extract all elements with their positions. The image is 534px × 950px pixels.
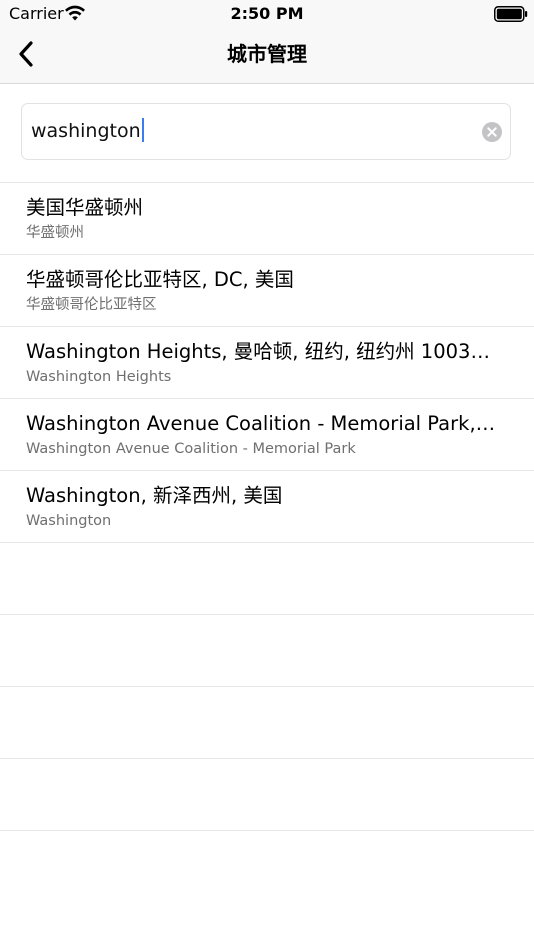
result-subtitle: Washington Heights — [26, 369, 172, 385]
empty-row — [0, 758, 534, 830]
battery-icon — [494, 6, 528, 22]
page-title: 城市管理 — [227, 42, 307, 66]
result-subtitle: 华盛顿哥伦比亚特区 — [26, 297, 157, 313]
result-subtitle: Washington — [26, 513, 112, 529]
result-title: 美国华盛顿州 — [26, 196, 144, 219]
search-area: washington — [0, 84, 534, 182]
result-row-2[interactable]: 华盛顿哥伦比亚特区, DC, 美国 华盛顿哥伦比亚特区 — [0, 254, 534, 326]
empty-row — [0, 542, 534, 614]
empty-row — [0, 686, 534, 758]
status-bar: Carrier 2:50 PM — [0, 0, 534, 28]
result-subtitle: 华盛顿州 — [26, 225, 84, 241]
search-results-list: 美国华盛顿州 华盛顿州 华盛顿哥伦比亚特区, DC, 美国 华盛顿哥伦比亚特区 … — [0, 182, 534, 902]
status-time: 2:50 PM — [230, 4, 304, 23]
clear-circle-icon[interactable] — [482, 122, 502, 142]
city-management-screen: Carrier 2:50 PM 城市管理 washington 美国华盛顿州 华… — [0, 0, 534, 950]
text-caret — [141, 118, 144, 142]
result-row-5[interactable]: Washington, 新泽西州, 美国 Washington — [0, 470, 534, 542]
result-title: Washington, 新泽西州, 美国 — [26, 484, 283, 507]
result-row-1[interactable]: 美国华盛顿州 华盛顿州 — [0, 182, 534, 254]
result-title: Washington Heights, 曼哈顿, 纽约, 纽约州 10032, … — [26, 340, 501, 363]
result-row-3[interactable]: Washington Heights, 曼哈顿, 纽约, 纽约州 10032, … — [0, 326, 534, 398]
result-title: Washington Avenue Coalition - Memorial P… — [26, 412, 501, 435]
navigation-bar: 城市管理 — [0, 28, 534, 84]
search-input-value: washington — [31, 120, 141, 142]
search-field[interactable]: washington — [21, 103, 511, 160]
search-input[interactable]: washington — [31, 104, 144, 159]
result-subtitle: Washington Avenue Coalition - Memorial P… — [26, 441, 356, 457]
empty-row — [0, 830, 534, 902]
result-title: 华盛顿哥伦比亚特区, DC, 美国 — [26, 268, 294, 291]
result-row-4[interactable]: Washington Avenue Coalition - Memorial P… — [0, 398, 534, 470]
empty-row — [0, 614, 534, 686]
